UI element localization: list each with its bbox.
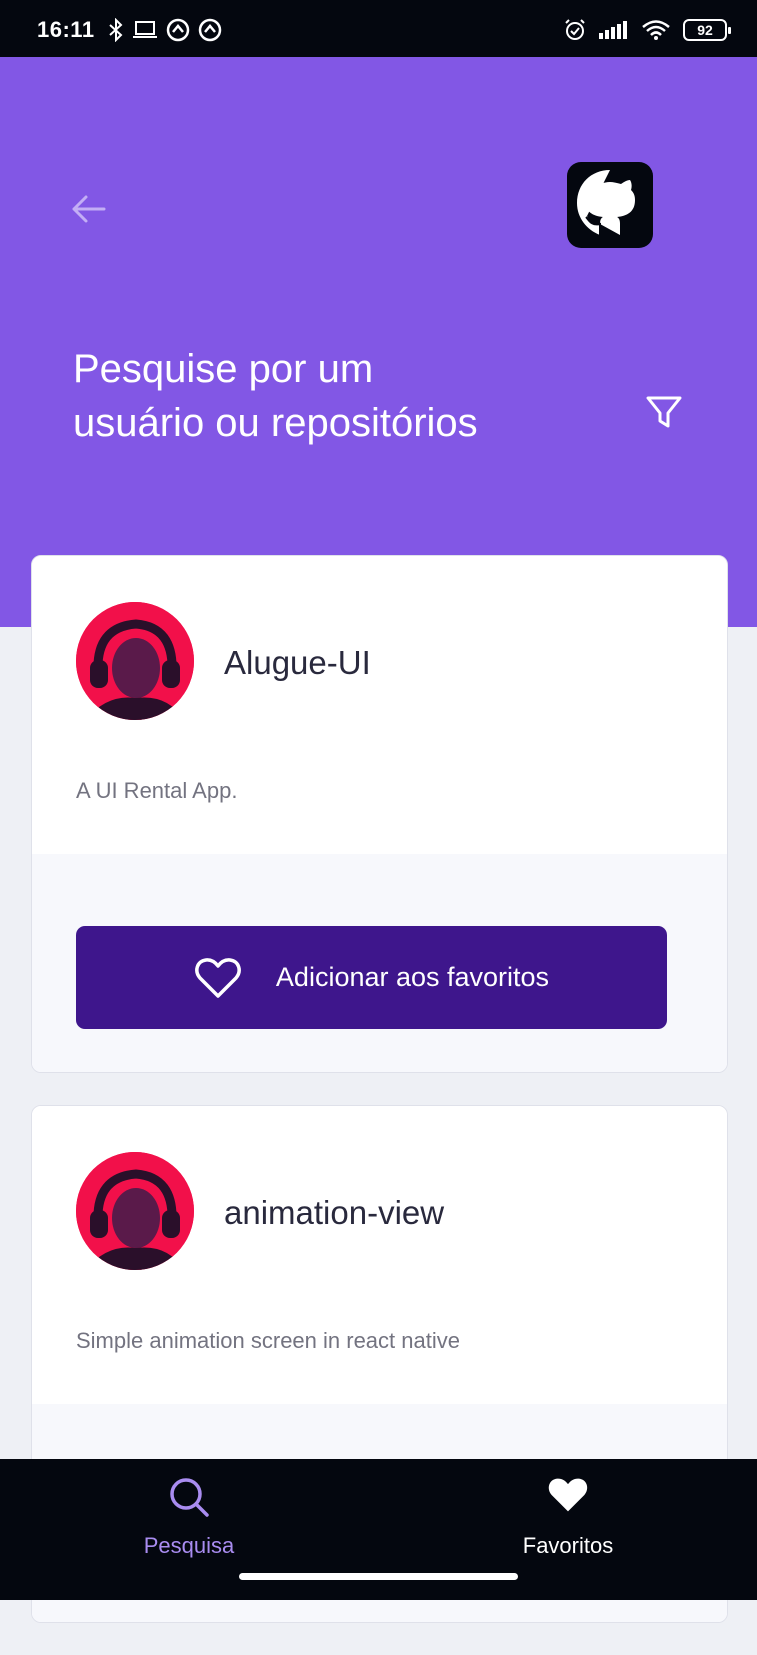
github-logo [567, 162, 653, 248]
signal-icon [599, 21, 627, 39]
back-button[interactable] [68, 187, 112, 231]
avatar-image [76, 602, 194, 720]
tab-search-label: Pesquisa [143, 1533, 235, 1558]
laptop-icon [133, 21, 157, 38]
filter-button[interactable] [644, 392, 684, 432]
heart-icon [548, 1478, 588, 1512]
card-footer: Adicionar aos favoritos [32, 854, 727, 1072]
status-bar: 16:11 92 [0, 0, 757, 57]
search-icon [170, 1478, 209, 1517]
tab-favorites-label: Favoritos [522, 1533, 614, 1558]
repository-card[interactable]: Alugue-UI A UI Rental App. Adicionar aos… [31, 555, 728, 1073]
card-body: animation-view Simple animation screen i… [32, 1106, 727, 1404]
heart-outline-icon [195, 957, 241, 998]
alarm-icon [565, 19, 585, 40]
filter-icon [646, 396, 682, 428]
home-indicator[interactable] [239, 1573, 518, 1580]
add-to-favorites-button[interactable]: Adicionar aos favoritos [76, 926, 667, 1029]
add-to-favorites-label: Adicionar aos favoritos [275, 962, 550, 992]
tab-search[interactable]: Pesquisa [89, 1459, 289, 1579]
repository-name: Alugue-UI [224, 644, 371, 681]
repository-description: Simple animation screen in react native [76, 1328, 460, 1353]
header: Pesquise por um usuário ou repositórios [0, 57, 757, 627]
tab-favorites[interactable]: Favoritos [468, 1459, 668, 1579]
avatar-image [76, 1152, 194, 1270]
repository-description: A UI Rental App. [76, 778, 238, 803]
status-left-icons [108, 18, 222, 42]
app-icon [166, 18, 190, 42]
avatar [76, 602, 194, 720]
repository-name: animation-view [224, 1194, 445, 1231]
app-icon [198, 18, 222, 42]
page-title: Pesquise por um usuário ou repositórios [73, 347, 478, 445]
card-body: Alugue-UI A UI Rental App. [32, 556, 727, 854]
bluetooth-icon [109, 18, 123, 42]
status-time: 16:11 [37, 17, 95, 42]
status-right-icons: 92 [563, 18, 731, 42]
battery-level: 92 [697, 22, 713, 38]
github-icon [577, 170, 635, 235]
battery-icon: 92 [683, 19, 731, 41]
wifi-icon [642, 20, 670, 40]
arrow-left-icon [72, 195, 106, 223]
avatar [76, 1152, 194, 1270]
